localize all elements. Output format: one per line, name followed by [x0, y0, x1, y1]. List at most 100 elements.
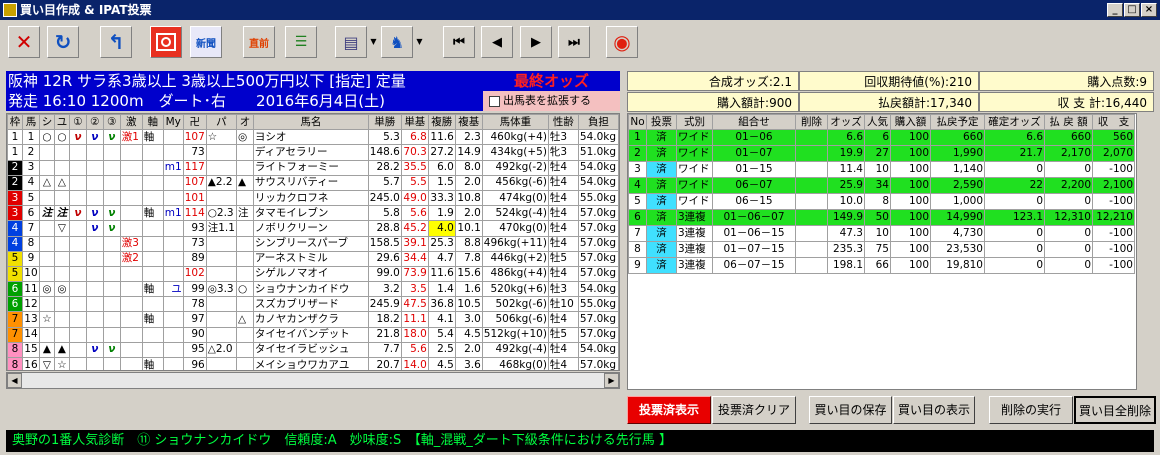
horizontal-scrollbar[interactable]: ◀ ▶: [6, 372, 620, 389]
horse-row[interactable]: 2 3 m1 117 ライトフォーミー 28.2 35.5 6.0 8.0 492kg(-2) 牡4…: [7, 159, 619, 176]
undo-icon[interactable]: ↻: [47, 26, 79, 58]
horse-col-header[interactable]: 単勝: [367, 114, 402, 131]
document-dropdown-icon[interactable]: ▼: [369, 26, 378, 58]
bet-col-header[interactable]: 人気: [864, 113, 891, 131]
list-icon[interactable]: ☰: [285, 26, 317, 58]
horse-col-header[interactable]: 単基: [400, 114, 429, 131]
ipat-horse-icon[interactable]: ♞: [381, 26, 413, 58]
horse-cell: 2.0: [454, 205, 483, 222]
horse-col-header[interactable]: 馬: [21, 114, 40, 131]
bet-col-header[interactable]: 式別: [676, 113, 713, 131]
horse-col-header[interactable]: 複勝: [427, 114, 456, 131]
minimize-button[interactable]: _: [1107, 3, 1123, 17]
bet-col-header[interactable]: 組合せ: [712, 113, 796, 131]
horse-row[interactable]: 4 7 ▽ ν ν 93 注1.1 ノボリクリーン 28.8 45.2 4.0 10.1 470kg(0…: [7, 220, 619, 237]
horse-row[interactable]: 1 1 ○ ○ ν ν ν 激1 軸 107 ☆ ◎ ヨシオ 5.3 6.8 11.6 2.3 460kg(+4)…: [7, 129, 619, 146]
delete-all-button[interactable]: 買い目全削除: [1074, 396, 1156, 424]
bet-row[interactable]: 7 済 3連複 01－06－15 47.3 10 100 4,730 0 0 -100: [628, 225, 1135, 243]
show-voted-button[interactable]: 投票済表示: [627, 396, 711, 424]
horse-cell: 57.0kg: [577, 205, 619, 222]
bet-col-header[interactable]: 購入額: [890, 113, 931, 131]
delete-exec-button[interactable]: 削除の実行: [989, 396, 1073, 424]
horse-cell: [162, 341, 184, 359]
horse-row[interactable]: 4 8 激3 73 シンブリースパーブ 158.5 39.1 25.3 8.8 496kg(+11…: [7, 235, 619, 252]
horse-row[interactable]: 5 9 激2 89 アーネストミル 29.6 34.4 4.7 7.8 446kg(+2) 牡5 57…: [7, 250, 619, 267]
bet-table[interactable]: No 投票 式別 組合せ 削除 オッズ 人気 購入額 払戻予定 確定オッズ払 戻 額収 支 1済ワ…: [627, 113, 1137, 390]
bet-row[interactable]: 4 済ワイド 06－07 25.9 34 100 2,590 22 2,200 2,100: [628, 177, 1135, 195]
clear-voted-button[interactable]: 投票済クリア: [712, 396, 796, 424]
prev-icon[interactable]: ◀: [481, 26, 513, 58]
horse-col-header[interactable]: 負担: [577, 114, 619, 131]
bet-col-header[interactable]: オッズ: [827, 113, 865, 131]
bet-col-header[interactable]: 確定オッズ: [984, 113, 1045, 131]
horse-row[interactable]: 3 5 101 リッカクロフネ 245.0 49.0 33.3 10.8 474kg(0) 牡4 5…: [7, 189, 619, 207]
bet-col-header[interactable]: 払戻予定: [930, 113, 985, 131]
horse-col-header[interactable]: 複基: [454, 114, 483, 131]
bet-col-header[interactable]: 収 支: [1092, 113, 1135, 131]
save-bets-button[interactable]: 買い目の保存: [809, 396, 892, 424]
close-x-icon[interactable]: ✕: [8, 26, 40, 58]
bet-row[interactable]: 9 済 3連複 06－07－15 198.1 66 100 19,810 0 0 -100: [628, 257, 1135, 275]
horse-row[interactable]: 8 15 ▲ ▲ ν ν 95 △2.0 タイセイラビッシュ 7.7 5.6 2.5 2.0 492kg(…: [7, 341, 619, 359]
horse-col-header[interactable]: ②: [85, 114, 104, 131]
horse-row[interactable]: 7 13 ☆ 軸 97 △ カノヤカンザクラ 18.2 11.1 4.1 3.0 506kg(-6) 牡…: [7, 311, 619, 328]
checkbox-icon[interactable]: [489, 95, 500, 107]
horse-row[interactable]: 6 12 78 スズカブリザード 245.9 47.5 36.8 10.5 502kg(-6) 牡…: [7, 296, 619, 313]
bet-row[interactable]: 8 済 3連複 01－07－15 235.3 75 100 23,530 0 0 -100: [628, 241, 1135, 259]
horse-col-header[interactable]: 性齢: [547, 114, 579, 131]
horse-row[interactable]: 7 14 90 タイセイバンデット 21.8 18.0 5.4 4.5 512kg(+10) 牡5…: [7, 326, 619, 343]
horse-col-header[interactable]: 卍: [182, 114, 207, 131]
shinbun-icon[interactable]: 新聞: [190, 26, 222, 58]
horse-col-header[interactable]: シ: [38, 114, 55, 131]
horse-table[interactable]: 枠馬シユ ① ② ③ 激軸 My 卍パオ馬名 単勝 単基 複勝 複基 馬体重 性齢 負担 1 1 ○ ○ ν ν ν 激…: [6, 113, 620, 371]
horse-row[interactable]: 2 4 △ △ 107 ▲2.2 ▲ サウスリバティー 5.7 5.5 1.5 2.0 456kg(-6…: [7, 174, 619, 191]
bet-col-header[interactable]: 削除: [795, 113, 828, 131]
horse-col-header[interactable]: ①: [68, 114, 87, 131]
red-logo-icon[interactable]: ◉: [606, 26, 638, 58]
display-bets-button[interactable]: 買い目の表示: [893, 396, 975, 424]
horse-cell: [68, 250, 87, 267]
bet-row[interactable]: 5 済ワイド 06－15 10.0 8 100 1,000 0 0 -100: [628, 193, 1135, 211]
horse-cell: ν: [85, 129, 104, 146]
horse-cell: 軸: [141, 129, 164, 146]
return-icon[interactable]: ↰: [100, 26, 132, 58]
maximize-button[interactable]: □: [1124, 3, 1140, 17]
bet-row[interactable]: 3 済ワイド 01－15 11.4 10 100 1,140 0 0 -100: [628, 161, 1135, 179]
scroll-left-icon[interactable]: ◀: [7, 373, 22, 388]
horse-cell: 107: [182, 174, 207, 191]
horse-row[interactable]: 5 10 102 シゲルノマオイ 99.0 73.9 11.6 15.6 486kg(+4) 牡4…: [7, 265, 619, 283]
next-icon[interactable]: ▶: [520, 26, 552, 58]
close-window-button[interactable]: ×: [1141, 3, 1157, 17]
horse-row[interactable]: 8 16 ▽ ☆ 軸 96 メイショウワカアユ 20.7 14.0 4.5 3.6 468kg(0) 牡…: [7, 356, 619, 370]
tv-icon[interactable]: [150, 26, 182, 58]
horse-col-header[interactable]: 馬名: [252, 114, 369, 131]
first-icon[interactable]: ⏮: [443, 26, 475, 58]
scroll-right-icon[interactable]: ▶: [604, 373, 619, 388]
bet-col-header[interactable]: 投票: [646, 113, 677, 131]
bet-row[interactable]: 2 済ワイド 01－07 19.9 27 100 1,990 21.7 2,170 2,070: [628, 145, 1135, 163]
bet-col-header[interactable]: 払 戻 額: [1044, 113, 1093, 131]
chokuzen-icon[interactable]: 直前: [243, 26, 275, 58]
horse-row[interactable]: 3 6 注注 ν ν ν 軸 m1 114 ○2.3 注タマモイレブン 5.8 5.6 1.9 2.0 524…: [7, 205, 619, 222]
expand-checkbox[interactable]: 出馬表を拡張する: [483, 91, 620, 111]
last-icon[interactable]: ⏭: [558, 26, 590, 58]
horse-row[interactable]: 1 2 73 ディアセラリー 148.6 70.3 27.2 14.9 434kg(+5) 牝3 5…: [7, 144, 619, 161]
horse-row[interactable]: 6 11 ◎ ◎ 軸ユ 99 ◎3.3 ○ ショウナンカイドウ 3.2 3.5 1.4 1.6 520kg…: [7, 281, 619, 298]
horse-col-header[interactable]: My: [162, 114, 184, 131]
bet-row[interactable]: 6 済 3連複 01－06－07 149.9 50 100 14,990 123.1 12,310…: [628, 209, 1135, 227]
horse-cell: 3.0: [454, 311, 483, 328]
horse-cell: [141, 341, 164, 359]
bet-row[interactable]: 1 済ワイド 01－06 6.6 6 100 660 6.6 660 560: [628, 129, 1135, 147]
horse-col-header[interactable]: 激: [119, 114, 143, 131]
horse-col-header[interactable]: 軸: [141, 114, 164, 131]
horse-col-header[interactable]: ③: [102, 114, 121, 131]
document-icon[interactable]: ▤: [335, 26, 367, 58]
ipat-dropdown-icon[interactable]: ▼: [415, 26, 424, 58]
horse-col-header[interactable]: ユ: [53, 114, 70, 131]
bet-cell: 2,170: [1044, 145, 1093, 163]
bet-col-header[interactable]: No: [628, 113, 647, 131]
horse-col-header[interactable]: 馬体重: [481, 114, 549, 131]
horse-col-header[interactable]: パ: [205, 114, 237, 131]
horse-col-header[interactable]: 枠: [7, 114, 23, 131]
horse-col-header[interactable]: オ: [235, 114, 254, 131]
